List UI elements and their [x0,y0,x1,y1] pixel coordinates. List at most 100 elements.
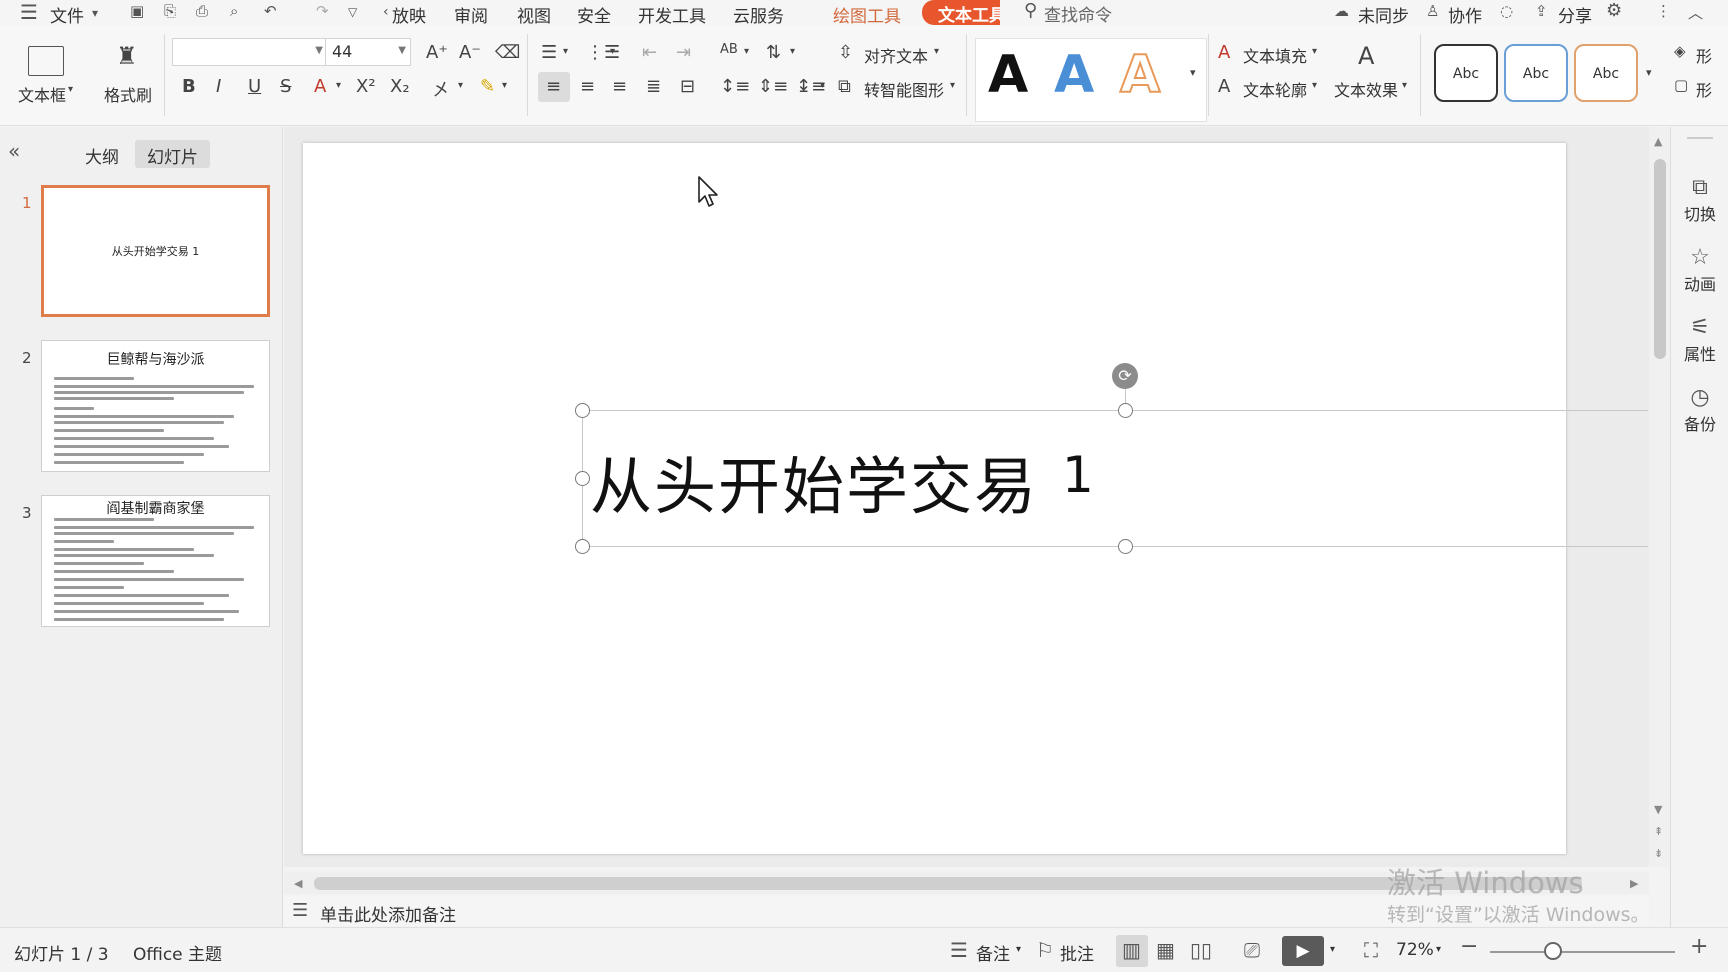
chevron-down-icon[interactable]: ▾ [744,46,749,57]
shape-style-black[interactable]: Abc [1434,44,1498,102]
comment-icon[interactable]: ◌ [1500,2,1513,20]
text-fill-icon[interactable]: A [1218,42,1230,63]
settings-gear-icon[interactable]: ⚙ [1606,0,1622,21]
paragraph-spacing-icon[interactable]: ⇕≡ [758,76,788,97]
comments-toggle[interactable]: 批注 [1060,940,1094,965]
chevron-down-icon[interactable]: ▾ [1312,80,1317,91]
decrease-indent-icon[interactable]: ⇤ [642,42,657,63]
transition-button[interactable]: ⧉ 切换 [1671,175,1728,225]
animation-button[interactable]: ☆ 动画 [1671,245,1728,295]
chevron-down-icon[interactable]: ▾ [950,80,955,91]
subscript-icon[interactable]: X₂ [390,76,410,97]
wordart-blue[interactable]: A [1054,45,1094,105]
collapse-ribbon-icon[interactable]: ︿ [1688,2,1703,23]
justify-icon[interactable]: ≣ [646,76,661,97]
gallery-more-icon[interactable]: ▾ [1646,66,1652,79]
text-fill-button[interactable]: 文本填充 [1243,43,1307,67]
redo-icon[interactable]: ↷ [316,2,329,20]
chevron-down-icon[interactable]: ▾ [790,46,795,57]
align-right-icon[interactable]: ≡ [612,76,627,97]
textbox-icon[interactable] [28,46,64,76]
notes-toggle-icon[interactable]: ☰ [950,938,968,962]
play-slideshow-button[interactable]: ▶ [1282,936,1324,966]
chevron-down-icon[interactable]: ▾ [68,84,73,95]
slide-title-number[interactable]: 1 [1062,446,1094,504]
share-button[interactable]: 分享 [1558,2,1592,27]
normal-view-icon[interactable]: ▥ [1122,938,1141,962]
chevron-down-icon[interactable]: ▾ [610,46,615,57]
shape-outline-icon[interactable]: ▢ [1674,76,1688,94]
text-outline-icon[interactable]: A [1218,76,1230,97]
scroll-left-icon[interactable]: ◀ [294,877,302,890]
shape-outline-button[interactable]: 形 [1696,77,1712,101]
resize-handle-tl[interactable] [575,403,590,418]
font-color-icon[interactable]: A [314,76,326,97]
hamburger-icon[interactable]: ☰ [20,0,38,24]
format-painter-icon[interactable]: ♜ [116,42,138,70]
slide-sorter-icon[interactable]: ▦ [1156,938,1175,962]
chevron-down-icon[interactable]: ▾ [820,80,825,91]
collab-button[interactable]: 协作 [1448,2,1482,27]
resize-handle-tm[interactable] [1118,403,1133,418]
chevron-down-icon[interactable]: ▾ [1436,944,1441,955]
zoom-slider-handle[interactable] [1544,942,1562,960]
tab-text-tools[interactable]: 文本工具 [922,0,1000,25]
gallery-more-icon[interactable]: ▾ [1190,66,1196,79]
scroll-right-icon[interactable]: ▶ [1630,877,1638,890]
decrease-font-icon[interactable]: A⁻ [459,42,481,63]
text-outline-button[interactable]: 文本轮廓 [1243,77,1307,101]
text-direction-icon[interactable]: AB [720,42,738,57]
zoom-in-icon[interactable]: + [1690,934,1708,959]
text-effect-button[interactable]: 文本效果 [1334,77,1398,101]
backup-button[interactable]: ◷ 备份 [1671,385,1728,435]
phonetic-icon[interactable]: 㐅 [432,76,450,102]
resize-handle-bm[interactable] [1118,539,1133,554]
theme-name[interactable]: Office 主题 [133,940,222,965]
export-icon[interactable]: ⎘ [164,2,176,20]
tab-developer[interactable]: 开发工具 [638,2,706,27]
print-preview-icon[interactable]: ⌕ [230,2,238,20]
resize-handle-bl[interactable] [575,539,590,554]
projector-icon[interactable]: ⎚ [1244,938,1260,962]
font-name-select[interactable]: ▼ [172,38,328,66]
shape-fill-icon[interactable]: ◈ [1674,42,1686,60]
chevron-down-icon[interactable]: ▾ [1330,944,1335,955]
vertical-scrollbar[interactable]: ▲ ▼ ⇞ ⇟ [1649,127,1670,867]
align-text-icon[interactable]: ⇳ [838,42,853,63]
chevron-down-icon[interactable]: ▾ [92,6,98,20]
undo-icon[interactable]: ↶ [264,2,277,20]
sync-status[interactable]: 未同步 [1358,2,1409,27]
scroll-tabs-left-icon[interactable]: ‹ [383,4,389,20]
shape-style-blue[interactable]: Abc [1504,44,1568,102]
slide-thumbnail-1[interactable]: 从头开始学交易 1 [41,185,270,317]
italic-icon[interactable]: I [216,76,221,97]
scroll-down-icon[interactable]: ▼ [1654,803,1662,816]
distribute-icon[interactable]: ⊟ [680,76,695,97]
search-command[interactable]: 查找命令 [1044,1,1112,26]
file-menu[interactable]: 文件 [50,2,84,27]
chevron-down-icon[interactable]: ▾ [458,80,463,91]
highlight-icon[interactable]: ✎ [480,76,495,97]
print-icon[interactable]: ⎙ [196,2,208,20]
search-icon[interactable]: ⚲ [1024,0,1037,21]
resize-handle-ml[interactable] [575,471,590,486]
text-effect-icon[interactable]: A [1358,42,1374,70]
zoom-out-icon[interactable]: − [1460,934,1478,959]
wordart-orange-outline[interactable]: A [1119,44,1161,106]
smart-art-icon[interactable]: ⧉ [838,76,851,97]
tab-outline[interactable]: 大纲 [73,140,131,168]
notes-toggle[interactable]: 备注 [976,940,1010,965]
strikethrough-icon[interactable]: S [280,76,291,97]
chevron-down-icon[interactable]: ▾ [1312,46,1317,57]
align-left-icon[interactable]: ≡ [546,76,561,97]
chevron-down-icon[interactable]: ▾ [1016,944,1021,955]
tab-cloud[interactable]: 云服务 [733,2,784,27]
shape-fill-button[interactable]: 形 [1696,43,1712,67]
chevron-down-icon[interactable]: ▾ [502,80,507,91]
zoom-slider-track[interactable] [1490,951,1675,953]
next-slide-icon[interactable]: ⇟ [1654,847,1663,860]
save-icon[interactable]: ▣ [130,2,144,20]
align-center-icon[interactable]: ≡ [580,76,595,97]
increase-indent-icon[interactable]: ⇥ [676,42,691,63]
align-text-button[interactable]: 对齐文本 [864,43,928,67]
